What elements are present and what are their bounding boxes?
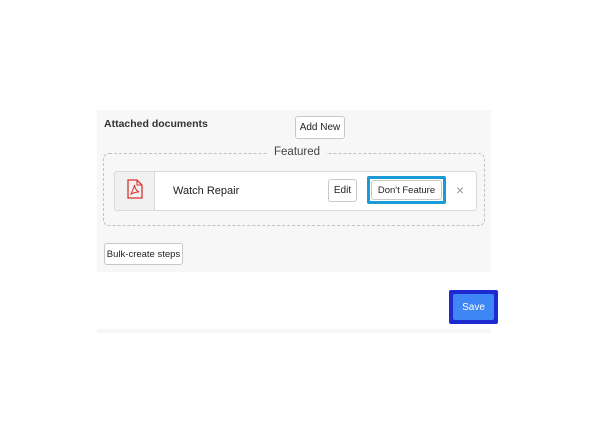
featured-label: Featured <box>268 146 327 158</box>
pdf-file-icon <box>126 178 143 204</box>
add-new-button[interactable]: Add New <box>295 116 345 139</box>
dont-feature-button[interactable]: Don't Feature <box>371 180 442 200</box>
document-title[interactable]: Watch Repair <box>173 185 239 197</box>
save-button[interactable]: Save <box>453 294 494 320</box>
close-icon[interactable]: × <box>456 183 464 197</box>
bulk-create-steps-button[interactable]: Bulk-create steps <box>104 243 183 265</box>
document-thumbnail[interactable] <box>114 171 155 211</box>
edit-button[interactable]: Edit <box>328 179 357 202</box>
attached-documents-heading: Attached documents <box>104 118 208 130</box>
footer-divider <box>97 329 491 333</box>
